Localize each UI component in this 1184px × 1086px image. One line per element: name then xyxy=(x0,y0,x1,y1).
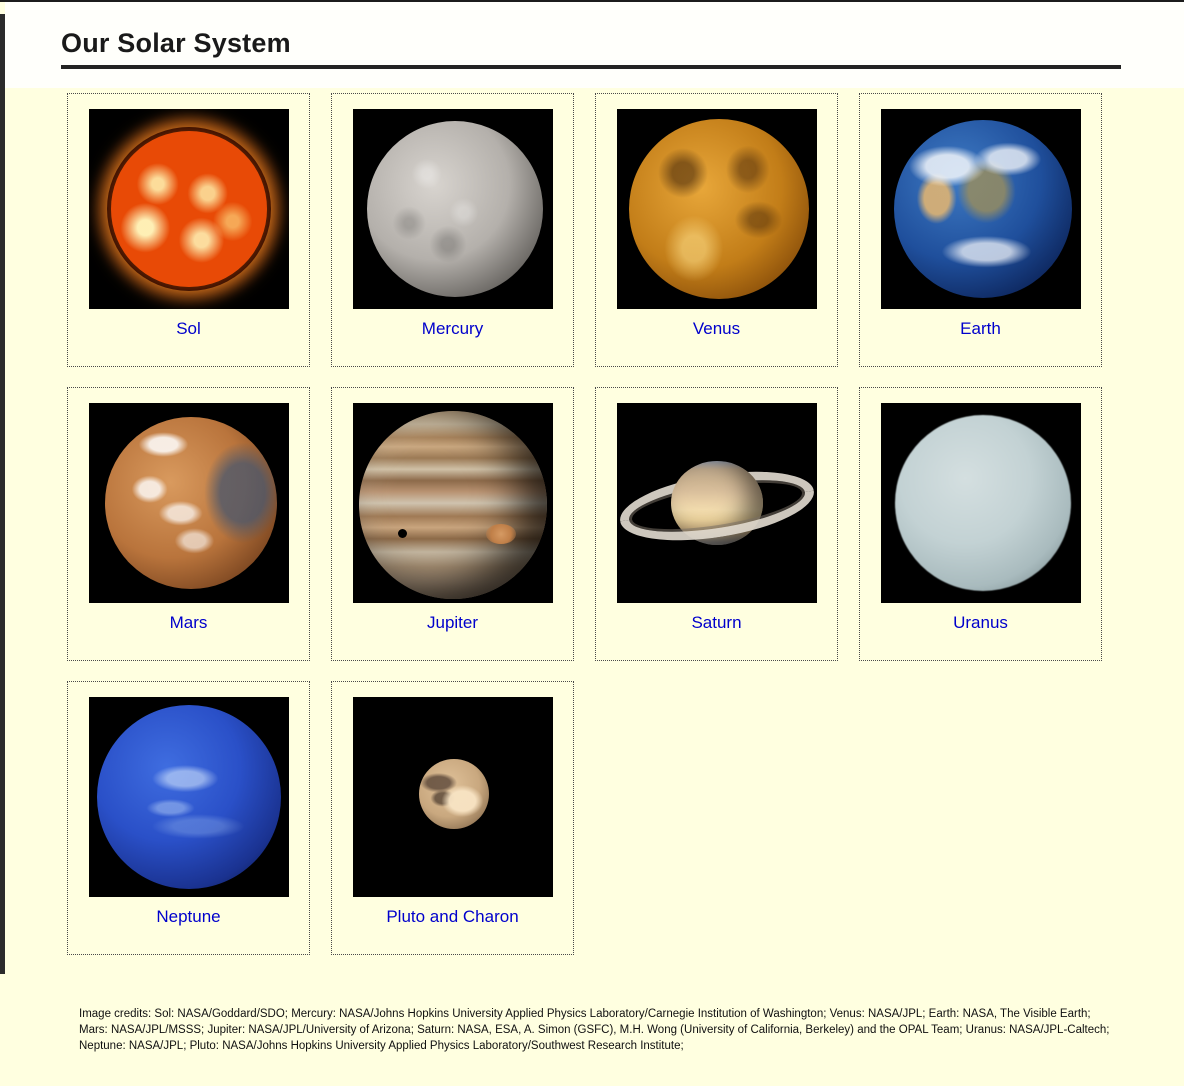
uranus-disk-icon xyxy=(894,415,1071,591)
mars-icon[interactable] xyxy=(88,403,289,603)
planet-card-jupiter[interactable]: Jupiter xyxy=(331,387,574,661)
sun-icon[interactable] xyxy=(88,109,289,309)
venus-disk-icon xyxy=(628,119,809,299)
planet-card-uranus[interactable]: Uranus xyxy=(859,387,1102,661)
sun-disk-icon xyxy=(110,131,267,287)
mercury-disk-icon xyxy=(366,121,543,297)
planet-card-pluto[interactable]: Pluto and Charon xyxy=(331,681,574,955)
planet-gallery: Sol Mercury Venus Earth Mars Jupiter Sat… xyxy=(67,93,1127,955)
planet-label[interactable]: Venus xyxy=(693,319,740,339)
page-title: Our Solar System xyxy=(61,28,291,58)
planet-label[interactable]: Sol xyxy=(176,319,201,339)
pluto-icon[interactable] xyxy=(352,697,553,897)
planet-card-venus[interactable]: Venus xyxy=(595,93,838,367)
planet-card-neptune[interactable]: Neptune xyxy=(67,681,310,955)
page-content: Our Solar System Sol Mercury Venus Earth… xyxy=(5,2,1184,1086)
saturn-icon[interactable] xyxy=(616,403,817,603)
title-divider xyxy=(61,65,1121,69)
planet-label[interactable]: Pluto and Charon xyxy=(386,907,518,927)
venus-icon[interactable] xyxy=(616,109,817,309)
planet-label[interactable]: Neptune xyxy=(156,907,220,927)
planet-label[interactable]: Jupiter xyxy=(427,613,478,633)
neptune-disk-icon xyxy=(96,705,281,889)
neptune-icon[interactable] xyxy=(88,697,289,897)
planet-card-mars[interactable]: Mars xyxy=(67,387,310,661)
jupiter-icon[interactable] xyxy=(352,403,553,603)
mars-disk-icon xyxy=(104,417,277,589)
great-red-spot-icon xyxy=(486,523,517,544)
planet-label[interactable]: Earth xyxy=(960,319,1001,339)
planet-label[interactable]: Saturn xyxy=(691,613,741,633)
planet-label[interactable]: Uranus xyxy=(953,613,1008,633)
moon-shadow-icon xyxy=(397,529,407,539)
image-credits: Image credits: Sol: NASA/Goddard/SDO; Me… xyxy=(79,1007,1110,1053)
earth-disk-icon xyxy=(893,120,1072,298)
mercury-icon[interactable] xyxy=(352,109,553,309)
planet-label[interactable]: Mercury xyxy=(422,319,483,339)
pluto-disk-icon xyxy=(418,759,489,829)
planet-card-earth[interactable]: Earth xyxy=(859,93,1102,367)
earth-icon[interactable] xyxy=(880,109,1081,309)
planet-card-mercury[interactable]: Mercury xyxy=(331,93,574,367)
planet-card-sol[interactable]: Sol xyxy=(67,93,310,367)
planet-card-saturn[interactable]: Saturn xyxy=(595,387,838,661)
uranus-icon[interactable] xyxy=(880,403,1081,603)
jupiter-disk-icon xyxy=(358,411,547,599)
planet-label[interactable]: Mars xyxy=(170,613,208,633)
